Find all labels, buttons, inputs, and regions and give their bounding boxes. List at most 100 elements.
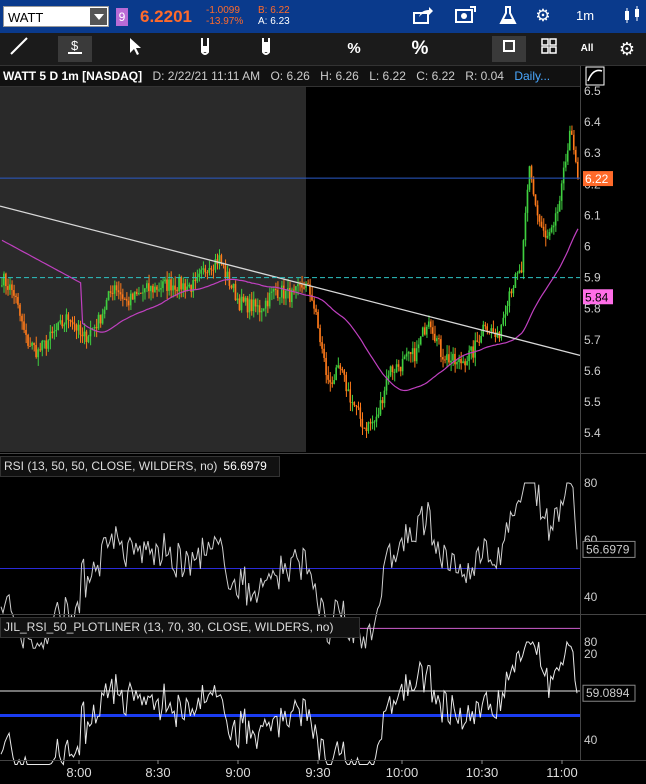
candle-body bbox=[474, 340, 476, 358]
candle-body bbox=[119, 292, 122, 295]
candle-body bbox=[407, 352, 410, 354]
time-tick-label: 8:00 bbox=[66, 765, 91, 780]
candle-body bbox=[293, 289, 295, 291]
candle-body bbox=[383, 390, 386, 404]
candle-body bbox=[176, 289, 178, 292]
candle-body bbox=[5, 273, 7, 287]
candle-body bbox=[333, 380, 335, 384]
bid-ask: B: 6.22 A: 6.23 bbox=[258, 5, 290, 27]
candle-body bbox=[391, 366, 394, 373]
candle-body bbox=[180, 277, 182, 290]
candle-body bbox=[111, 292, 114, 294]
chart-title[interactable]: WATT 5 D 1m [NASDAQ] bbox=[3, 69, 142, 83]
timeframe-select[interactable]: 1m bbox=[570, 5, 600, 27]
candle-body bbox=[65, 314, 68, 325]
all-icon[interactable]: All bbox=[570, 36, 604, 62]
gear-icon[interactable]: ⚙ bbox=[532, 5, 554, 27]
candle-body bbox=[548, 232, 551, 236]
candle-body bbox=[196, 277, 198, 281]
candle-body bbox=[192, 280, 194, 293]
candle-body bbox=[103, 309, 106, 314]
plotliner-tick-label: 60 bbox=[584, 684, 598, 698]
bid-value: B: 6.22 bbox=[258, 5, 290, 16]
candle-body bbox=[250, 299, 253, 312]
candle-body bbox=[446, 354, 448, 360]
candle-body bbox=[25, 329, 27, 335]
candle-body bbox=[345, 374, 347, 392]
candle-body bbox=[168, 279, 170, 291]
candle-body bbox=[61, 320, 64, 327]
last-price-tag-bg bbox=[583, 171, 613, 187]
candle-body bbox=[73, 322, 76, 325]
plotliner-pane[interactable] bbox=[0, 640, 580, 766]
candle-body bbox=[240, 296, 243, 311]
price-chart[interactable]: 6.5 6.4 6.3 6.2 6.1 6 5.9 5.8 5.7 5.6 5.5 5.4 6.22 5.… bbox=[0, 0, 646, 784]
candle-body bbox=[438, 338, 440, 340]
price-pane[interactable] bbox=[0, 87, 581, 452]
candle-body bbox=[228, 271, 231, 286]
share-icon[interactable] bbox=[411, 5, 435, 27]
candle-body bbox=[468, 350, 470, 362]
candle-body bbox=[121, 294, 124, 299]
flask-down-icon[interactable] bbox=[188, 36, 222, 62]
plotliner-tick-label: 40 bbox=[584, 733, 598, 747]
candle-body bbox=[514, 274, 517, 288]
style-icon[interactable] bbox=[585, 66, 605, 86]
candle-body bbox=[131, 293, 134, 300]
cursor-icon[interactable] bbox=[117, 36, 151, 62]
price-level-icon[interactable]: $ bbox=[58, 36, 92, 62]
ask-value: A: 6.23 bbox=[258, 16, 290, 27]
candle-body bbox=[184, 283, 186, 292]
flask-icon[interactable] bbox=[496, 5, 520, 27]
candle-body bbox=[220, 255, 223, 264]
candle-body bbox=[401, 358, 404, 372]
percent-toggle-icon[interactable]: % bbox=[337, 36, 371, 62]
candle-body bbox=[141, 292, 144, 294]
symbol-input[interactable]: WATT bbox=[3, 6, 109, 27]
candle-body bbox=[105, 299, 108, 310]
candle-body bbox=[572, 134, 575, 150]
candle-body bbox=[75, 324, 78, 331]
candle-body bbox=[226, 271, 229, 278]
candle-body bbox=[11, 284, 13, 291]
chevron-down-icon[interactable] bbox=[90, 8, 107, 25]
aggregation-link[interactable]: Daily... bbox=[514, 69, 550, 83]
price-tick-label: 6.4 bbox=[584, 115, 601, 129]
candle-body bbox=[276, 290, 279, 298]
header-range: R: 0.04 bbox=[465, 69, 504, 83]
net-change-value: -1.0099 bbox=[206, 5, 240, 16]
candle-body bbox=[371, 421, 374, 424]
header-low: L: 6.22 bbox=[369, 69, 406, 83]
candle-body bbox=[23, 321, 25, 330]
line-tool-icon[interactable] bbox=[2, 36, 36, 62]
percent-icon[interactable]: % bbox=[403, 36, 437, 62]
candle-body bbox=[510, 291, 513, 294]
link-group-badge[interactable]: 9 bbox=[116, 8, 128, 26]
flask-up-icon[interactable] bbox=[249, 36, 283, 62]
candle-body bbox=[182, 283, 184, 290]
symbol-text[interactable]: WATT bbox=[8, 10, 43, 25]
candle-body bbox=[77, 324, 80, 331]
candle-body bbox=[325, 357, 327, 376]
candle-body bbox=[39, 349, 41, 351]
single-layout-icon[interactable] bbox=[492, 36, 526, 62]
candle-body bbox=[194, 280, 196, 282]
candle-body bbox=[295, 286, 297, 291]
candle-body bbox=[53, 331, 55, 333]
plotliner-label[interactable]: JIL_RSI_50_PLOTLINER (13, 70, 30, CLOSE,… bbox=[0, 617, 360, 638]
settings-icon[interactable]: ⚙ bbox=[610, 36, 644, 62]
candle-body bbox=[359, 407, 362, 419]
candles-icon[interactable] bbox=[620, 5, 646, 27]
candle-body bbox=[270, 291, 273, 293]
candle-body bbox=[303, 287, 305, 289]
candle-body bbox=[113, 285, 116, 294]
rsi-label[interactable]: RSI (13, 50, 50, CLOSE, WILDERS, no) 56.6… bbox=[0, 456, 280, 477]
candle-body bbox=[387, 375, 390, 379]
candle-body bbox=[486, 326, 488, 331]
candle-body bbox=[395, 364, 398, 372]
grid-layout-icon[interactable] bbox=[532, 36, 566, 62]
candle-body bbox=[262, 308, 265, 311]
candle-body bbox=[379, 400, 382, 415]
camera-icon[interactable] bbox=[453, 5, 477, 27]
candle-body bbox=[560, 183, 563, 201]
